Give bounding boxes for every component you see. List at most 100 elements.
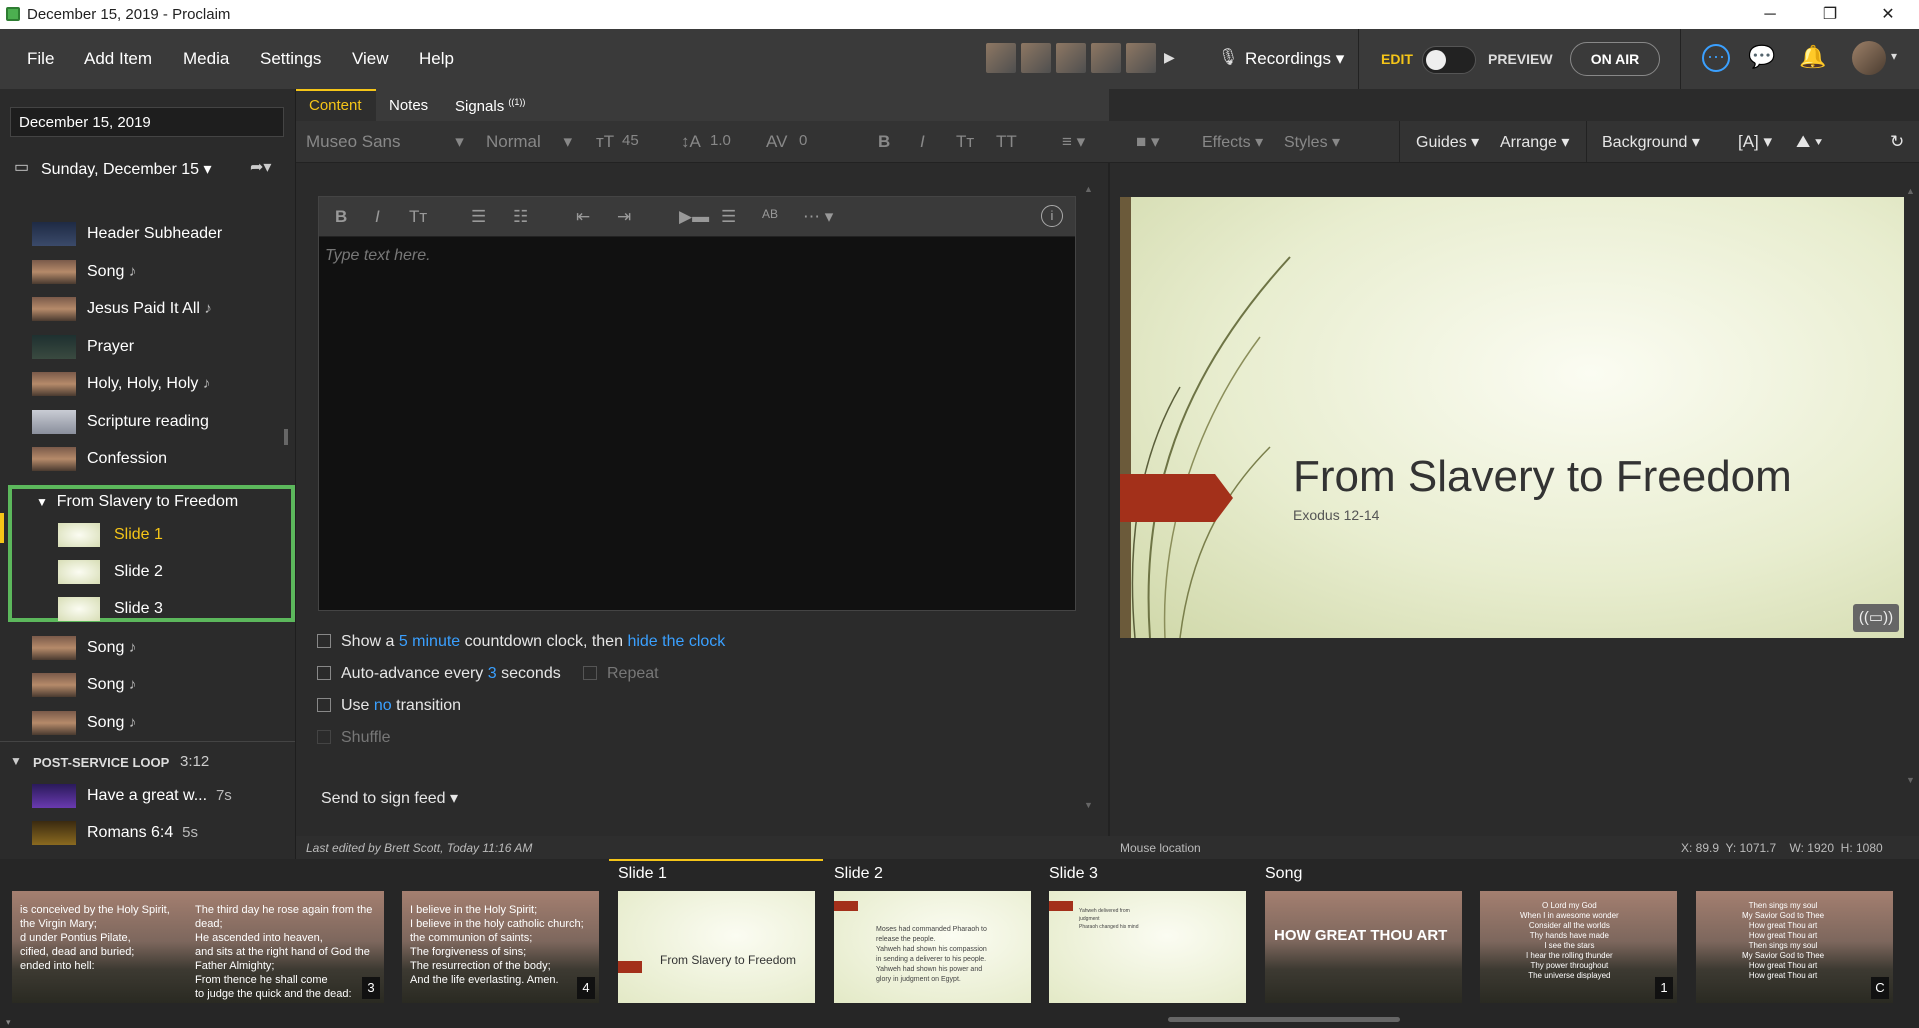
bold-icon[interactable]: B (878, 132, 890, 152)
bold-icon[interactable]: B (335, 207, 347, 227)
list-item[interactable]: Confession (0, 443, 290, 473)
edit-preview-toggle[interactable] (1422, 46, 1476, 74)
team-avatar[interactable] (1091, 43, 1121, 73)
service-date-dropdown[interactable]: Sunday, December 15 ▾ (41, 159, 212, 179)
menu-settings[interactable]: Settings (260, 49, 321, 69)
spellcheck-icon[interactable]: AB (762, 207, 778, 221)
slide-1-item[interactable]: Slide 1 (114, 526, 163, 544)
list-item[interactable]: Header Subheader (0, 218, 290, 248)
team-avatar[interactable] (1056, 43, 1086, 73)
minimize-button[interactable]: ─ (1750, 3, 1790, 27)
text-box-icon[interactable]: [A] ▾ (1738, 132, 1772, 152)
countdown-duration-link[interactable]: 5 minute (399, 633, 460, 650)
scroll-up-arrow[interactable]: ▲ (1084, 184, 1093, 194)
line-height-stepper[interactable]: 1.0 (710, 132, 731, 149)
filmstrip-slide[interactable]: is conceived by the Holy Spirit, the Vir… (12, 891, 209, 1003)
auto-advance-seconds-link[interactable]: 3 (488, 665, 497, 682)
list-item[interactable]: Song ♪ (0, 256, 290, 286)
image-icon[interactable]: ⛰ ▾ (1796, 132, 1822, 152)
scroll-down-arrow[interactable]: ▼ (1084, 800, 1093, 810)
refresh-icon[interactable]: ↻ (1890, 132, 1904, 152)
team-avatar[interactable] (1021, 43, 1051, 73)
list-item[interactable]: Have a great w... 7s (0, 780, 290, 810)
filmstrip-slide[interactable]: Yahweh delivered from judgment Pharaoh c… (1049, 891, 1246, 1003)
scroll-up-arrow[interactable]: ▲ (1906, 186, 1915, 196)
team-avatar[interactable] (1126, 43, 1156, 73)
chat-icon[interactable]: 💬 (1748, 44, 1775, 70)
on-air-button[interactable]: ON AIR (1570, 42, 1660, 76)
styles-dropdown[interactable]: Styles ▾ (1284, 132, 1340, 152)
share-icon[interactable]: ➦▾ (250, 157, 271, 177)
collapse-arrow-icon[interactable]: ▾ (6, 1017, 11, 1028)
color-swatch[interactable]: ■ ▾ (1136, 132, 1160, 152)
filmstrip-slide[interactable]: O Lord my God When I in awesome wonder C… (1480, 891, 1677, 1003)
auto-advance-checkbox[interactable] (317, 666, 331, 680)
group-title[interactable]: ▼ From Slavery to Freedom (36, 493, 238, 511)
shuffle-checkbox[interactable] (317, 730, 331, 744)
shuffle-option[interactable]: Shuffle (317, 729, 391, 747)
send-to-sign-feed-dropdown[interactable]: Send to sign feed ▾ (321, 788, 458, 808)
filmstrip-slide[interactable]: The third day he rose again from the dea… (187, 891, 384, 1003)
stage-display-icon[interactable]: ((▭)) (1853, 604, 1899, 632)
transition-link[interactable]: no (374, 697, 392, 714)
guides-dropdown[interactable]: Guides ▾ (1416, 132, 1479, 152)
background-dropdown[interactable]: Background ▾ (1602, 132, 1700, 152)
effects-dropdown[interactable]: Effects ▾ (1202, 132, 1263, 152)
hide-clock-link[interactable]: hide the clock (627, 633, 725, 650)
repeat-checkbox[interactable] (583, 666, 597, 680)
slide-preview[interactable]: From Slavery to Freedom Exodus 12-14 ((▭… (1120, 197, 1904, 638)
slide-3-item[interactable]: Slide 3 (114, 600, 163, 618)
small-caps-icon[interactable]: Tт (409, 207, 427, 227)
char-spacing-stepper[interactable]: 0 (799, 132, 807, 149)
info-icon[interactable]: i (1041, 205, 1063, 227)
filmstrip-scrollbar[interactable] (1168, 1017, 1400, 1022)
user-avatar[interactable] (1852, 41, 1886, 75)
tab-signals[interactable]: Signals ((1)) (455, 97, 525, 115)
recordings-dropdown[interactable]: Recordings ▾ (1245, 49, 1344, 69)
list-item[interactable]: Romans 6:4 5s (0, 817, 290, 847)
list-item[interactable]: Song ♪ (0, 669, 290, 699)
numbered-list-icon[interactable]: ☷ (513, 207, 528, 227)
menu-help[interactable]: Help (419, 49, 454, 69)
chevron-down-icon[interactable]: ▾ (1891, 49, 1897, 63)
arrange-dropdown[interactable]: Arrange ▾ (1500, 132, 1569, 152)
align-icon[interactable]: ≡ ▾ (1062, 132, 1085, 152)
date-field[interactable]: December 15, 2019 (10, 107, 284, 137)
auto-advance-option[interactable]: Auto-advance every 3 seconds (317, 665, 561, 683)
all-caps-icon[interactable]: TT (996, 132, 1017, 152)
post-loop-title[interactable]: POST-SERVICE LOOP (33, 755, 169, 770)
filmstrip-slide[interactable]: Moses had commanded Pharaoh to release t… (834, 891, 1031, 1003)
maximize-button[interactable]: ❐ (1810, 3, 1850, 27)
filmstrip-slide[interactable]: Then sings my soul My Savior God to Thee… (1696, 891, 1893, 1003)
font-family-select[interactable]: Museo Sans ▾ (306, 132, 464, 152)
list-item[interactable]: Holy, Holy, Holy ♪ (0, 368, 290, 398)
list-item[interactable]: Scripture reading (0, 406, 290, 436)
font-weight-select[interactable]: Normal ▾ (486, 132, 572, 152)
repeat-option[interactable]: Repeat (583, 665, 659, 683)
caret-down-icon[interactable]: ▼ (10, 754, 22, 768)
build-icon[interactable]: ▶▬ (679, 207, 709, 227)
tab-notes[interactable]: Notes (389, 97, 428, 114)
list-item[interactable]: Prayer (0, 331, 290, 361)
outdent-icon[interactable]: ⇤ (576, 207, 590, 227)
pane-splitter[interactable] (1108, 163, 1110, 836)
play-icon[interactable]: ▶ (1164, 49, 1175, 66)
list-item[interactable]: Jesus Paid It All ♪ (0, 293, 290, 323)
more-options-icon[interactable]: ··· (1702, 44, 1730, 72)
divider-line-icon[interactable]: ☰ (721, 207, 736, 227)
close-button[interactable]: ✕ (1868, 3, 1908, 27)
bell-icon[interactable]: 🔔 (1799, 44, 1826, 70)
transition-checkbox[interactable] (317, 698, 331, 712)
more-tools-icon[interactable]: ⋯ ▾ (803, 207, 833, 227)
countdown-checkbox[interactable] (317, 634, 331, 648)
filmstrip-slide[interactable]: HOW GREAT THOU ART (1265, 891, 1462, 1003)
menu-file[interactable]: File (27, 49, 54, 69)
italic-icon[interactable]: I (375, 207, 380, 227)
text-editor[interactable]: B I Tт ☰ ☷ ⇤ ⇥ ▶▬ ☰ AB ⋯ ▾ i Type text h… (318, 196, 1076, 611)
bullet-list-icon[interactable]: ☰ (471, 207, 486, 227)
font-size-stepper[interactable]: 45 (622, 132, 639, 149)
menu-view[interactable]: View (352, 49, 389, 69)
scroll-down-arrow[interactable]: ▼ (1906, 775, 1915, 785)
scrollbar-thumb[interactable] (284, 429, 288, 445)
countdown-option[interactable]: Show a 5 minute countdown clock, then hi… (317, 633, 725, 651)
